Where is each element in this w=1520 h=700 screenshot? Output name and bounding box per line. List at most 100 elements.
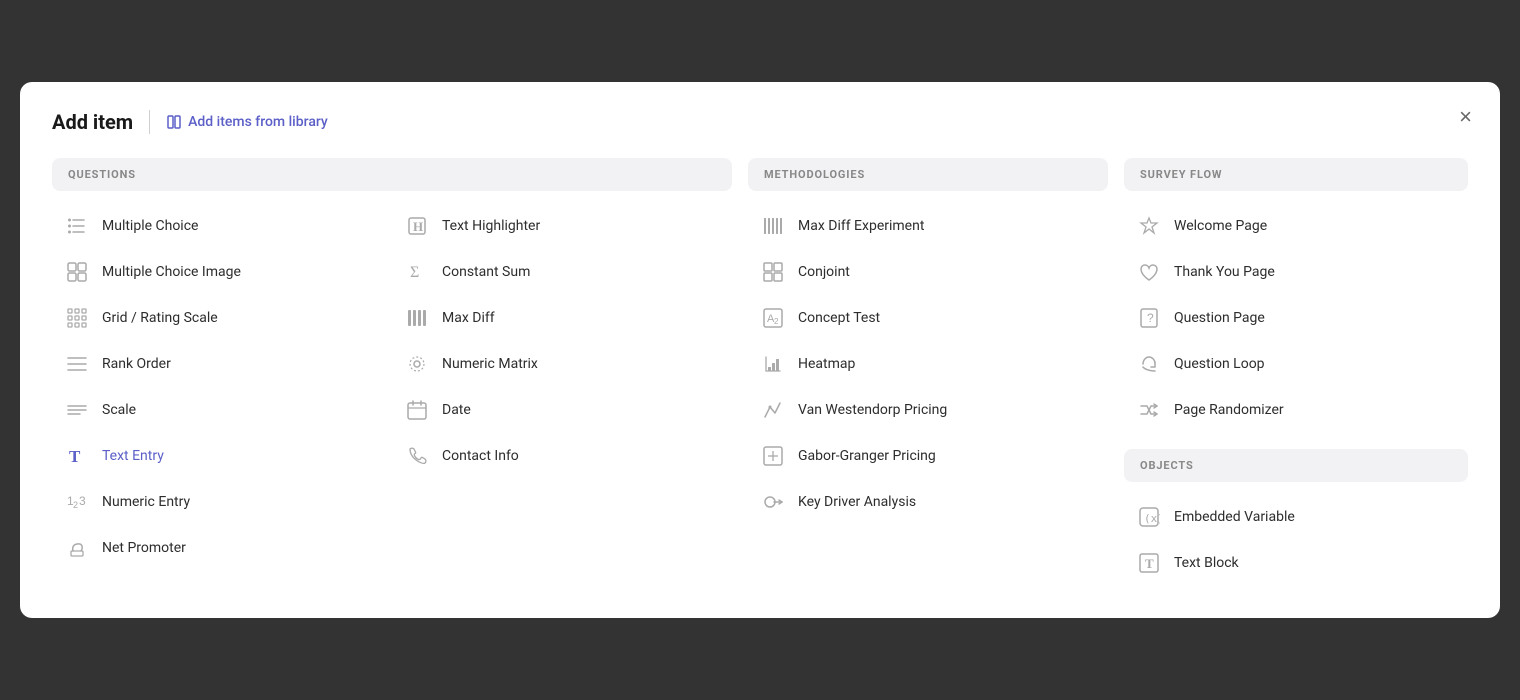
item-text-entry[interactable]: T Text Entry (52, 433, 392, 479)
item-van-westendorp[interactable]: Van Westendorp Pricing (748, 387, 1108, 433)
multiple-choice-image-label: Multiple Choice Image (102, 264, 241, 280)
welcome-page-icon (1136, 213, 1162, 239)
question-loop-icon (1136, 351, 1162, 377)
item-net-promoter[interactable]: Net Promoter (52, 525, 392, 571)
net-promoter-label: Net Promoter (102, 540, 186, 556)
svg-text:3: 3 (79, 494, 86, 508)
question-loop-label: Question Loop (1174, 356, 1265, 372)
grid-rating-scale-icon (64, 305, 90, 331)
add-from-library-button[interactable]: Add items from library (166, 114, 328, 130)
item-grid-rating-scale[interactable]: Grid / Rating Scale (52, 295, 392, 341)
item-contact-info[interactable]: Contact Info (392, 433, 732, 479)
svg-text:(x): (x) (1144, 512, 1160, 525)
max-diff-label: Max Diff (442, 310, 495, 326)
svg-text:2: 2 (73, 500, 78, 510)
text-block-label: Text Block (1174, 555, 1239, 571)
modal-header: Add item Add items from library × (52, 110, 1468, 134)
close-button[interactable]: × (1459, 106, 1472, 128)
van-westendorp-label: Van Westendorp Pricing (798, 402, 947, 418)
concept-test-icon: A2 (760, 305, 786, 331)
svg-text:Σ: Σ (410, 264, 419, 281)
page-randomizer-icon (1136, 397, 1162, 423)
methodologies-section-header: METHODOLOGIES (748, 158, 1108, 191)
item-key-driver-analysis[interactable]: Key Driver Analysis (748, 479, 1108, 525)
questions-col1: Multiple Choice Multiple Choice Image Grid… (52, 203, 392, 571)
scale-icon (64, 397, 90, 423)
item-text-highlighter[interactable]: H Text Highlighter (392, 203, 732, 249)
gabor-granger-icon (760, 443, 786, 469)
columns-container: QUESTIONS Multiple ChoiceMultiple Choice… (52, 158, 1468, 586)
item-page-randomizer[interactable]: Page Randomizer (1124, 387, 1468, 433)
text-entry-icon: T (64, 443, 90, 469)
date-label: Date (442, 402, 471, 418)
questions-column: QUESTIONS Multiple ChoiceMultiple Choice… (52, 158, 732, 586)
item-constant-sum[interactable]: Σ Constant Sum (392, 249, 732, 295)
contact-info-icon (404, 443, 430, 469)
date-icon (404, 397, 430, 423)
numeric-entry-label: Numeric Entry (102, 494, 190, 510)
question-page-icon: ? (1136, 305, 1162, 331)
text-entry-label: Text Entry (102, 448, 164, 464)
constant-sum-icon: Σ (404, 259, 430, 285)
text-highlighter-icon: H (404, 213, 430, 239)
item-text-block[interactable]: T Text Block (1124, 540, 1468, 586)
item-heatmap[interactable]: Heatmap (748, 341, 1108, 387)
methodologies-list: Max Diff Experiment Conjoint A2Concept Tes… (748, 203, 1108, 525)
item-numeric-entry[interactable]: 123Numeric Entry (52, 479, 392, 525)
item-multiple-choice[interactable]: Multiple Choice (52, 203, 392, 249)
thank-you-page-label: Thank You Page (1174, 264, 1275, 280)
svg-text:2: 2 (774, 317, 779, 326)
contact-info-label: Contact Info (442, 448, 519, 464)
multiple-choice-image-icon (64, 259, 90, 285)
max-diff-experiment-icon (760, 213, 786, 239)
item-gabor-granger[interactable]: Gabor-Granger Pricing (748, 433, 1108, 479)
constant-sum-label: Constant Sum (442, 264, 530, 280)
text-block-icon: T (1136, 550, 1162, 576)
item-conjoint[interactable]: Conjoint (748, 249, 1108, 295)
item-question-loop[interactable]: Question Loop (1124, 341, 1468, 387)
library-icon (166, 114, 182, 130)
scale-label: Scale (102, 402, 136, 418)
item-welcome-page[interactable]: Welcome Page (1124, 203, 1468, 249)
svg-text:H: H (413, 219, 423, 234)
item-embedded-variable[interactable]: (x) Embedded Variable (1124, 494, 1468, 540)
svg-text:T: T (1145, 556, 1154, 571)
survey-flow-column: SURVEY FLOW Welcome PageThank You Page?Q… (1124, 158, 1468, 586)
item-thank-you-page[interactable]: Thank You Page (1124, 249, 1468, 295)
max-diff-experiment-label: Max Diff Experiment (798, 218, 924, 234)
item-max-diff-experiment[interactable]: Max Diff Experiment (748, 203, 1108, 249)
multiple-choice-label: Multiple Choice (102, 218, 198, 234)
item-numeric-matrix[interactable]: Numeric Matrix (392, 341, 732, 387)
questions-col2: H Text Highlighter Σ Constant Sum Max Diff Nu… (392, 203, 732, 571)
header-divider (149, 110, 150, 134)
modal-overlay[interactable]: Add item Add items from library × QUESTI… (0, 0, 1520, 700)
max-diff-icon (404, 305, 430, 331)
numeric-matrix-icon (404, 351, 430, 377)
modal-title: Add item (52, 110, 133, 134)
embedded-variable-label: Embedded Variable (1174, 509, 1295, 525)
survey-flow-section-header: SURVEY FLOW (1124, 158, 1468, 191)
thank-you-page-icon (1136, 259, 1162, 285)
key-driver-analysis-label: Key Driver Analysis (798, 494, 916, 510)
item-concept-test[interactable]: A2Concept Test (748, 295, 1108, 341)
grid-rating-scale-label: Grid / Rating Scale (102, 310, 218, 326)
svg-text:?: ? (1147, 311, 1154, 325)
key-driver-analysis-icon (760, 489, 786, 515)
item-scale[interactable]: Scale (52, 387, 392, 433)
item-date[interactable]: Date (392, 387, 732, 433)
add-from-library-label: Add items from library (188, 114, 328, 130)
item-question-page[interactable]: ?Question Page (1124, 295, 1468, 341)
methodologies-column: METHODOLOGIES Max Diff Experiment Conjoin… (748, 158, 1108, 586)
multiple-choice-icon (64, 213, 90, 239)
heatmap-label: Heatmap (798, 356, 855, 372)
item-rank-order[interactable]: Rank Order (52, 341, 392, 387)
text-highlighter-label: Text Highlighter (442, 218, 540, 234)
page-randomizer-label: Page Randomizer (1174, 402, 1284, 418)
item-max-diff[interactable]: Max Diff (392, 295, 732, 341)
svg-text:T: T (69, 447, 81, 466)
rank-order-icon (64, 351, 90, 377)
embedded-variable-icon: (x) (1136, 504, 1162, 530)
net-promoter-icon (64, 535, 90, 561)
item-multiple-choice-image[interactable]: Multiple Choice Image (52, 249, 392, 295)
conjoint-label: Conjoint (798, 264, 850, 280)
